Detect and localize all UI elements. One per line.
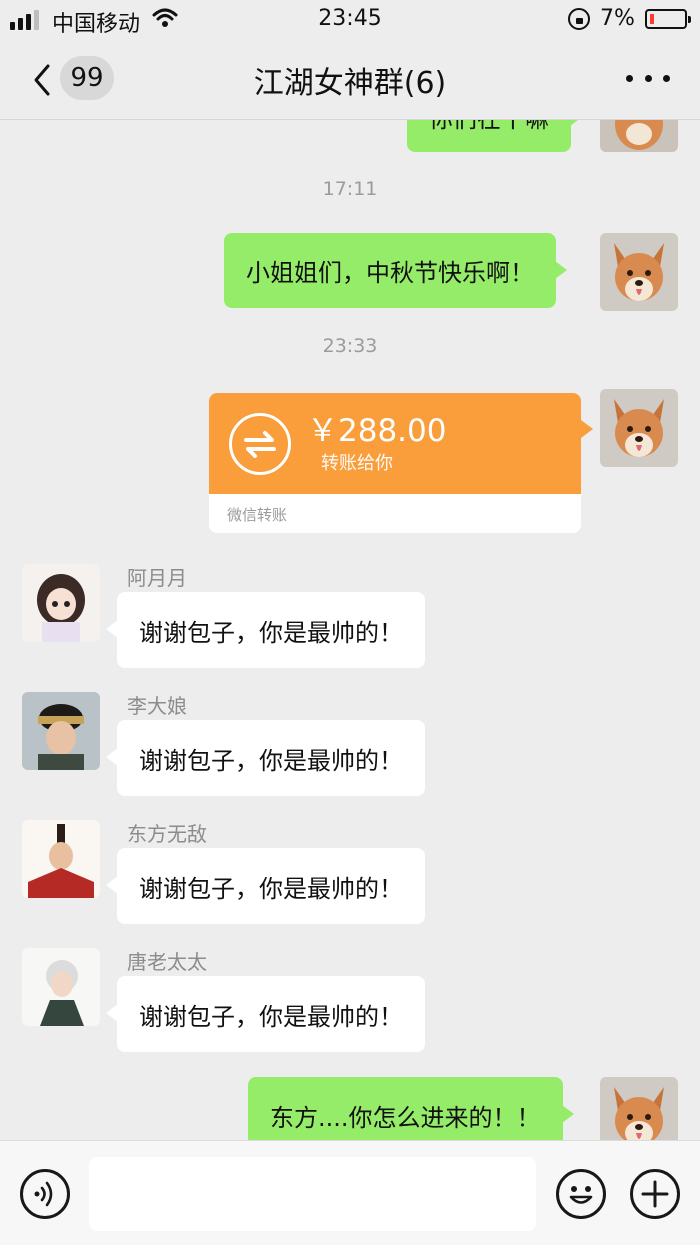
voice-icon xyxy=(34,1181,53,1207)
message-text: 谢谢包子，你是最帅的！ xyxy=(139,746,403,775)
sender-name: 李大娘 xyxy=(127,694,187,718)
transfer-card[interactable]: ￥288.00 转账给你 微信转账 xyxy=(209,393,581,533)
message-text: 谢谢包子，你是最帅的！ xyxy=(139,618,403,647)
message-text: 东方....你怎么进来的！！ xyxy=(270,1103,541,1132)
more-actions-button[interactable] xyxy=(630,1169,680,1219)
message-text: 谢谢包子，你是最帅的！ xyxy=(139,1002,403,1031)
chat-screen: 中国移动 23:45 7% 99 江湖女神群(6) 你们在干嘛 xyxy=(0,0,700,1245)
transfer-icon xyxy=(229,413,291,475)
transfer-footer: 微信转账 xyxy=(227,506,288,524)
emoji-icon xyxy=(569,1186,593,1204)
message-bubble-outgoing[interactable]: 东方....你怎么进来的！！ xyxy=(248,1077,574,1140)
avatar-self[interactable] xyxy=(600,233,678,311)
battery-percent: 7% xyxy=(600,6,635,31)
message-bubble-outgoing-partial[interactable]: 你们在干嘛 xyxy=(407,120,582,152)
transfer-card-tail xyxy=(581,420,593,438)
input-bar xyxy=(0,1140,700,1245)
message-bubble-incoming[interactable]: 谢谢包子，你是最帅的！ xyxy=(106,976,425,1052)
more-dots-icon xyxy=(626,74,633,82)
avatar-contact[interactable] xyxy=(22,564,100,642)
sender-name: 唐老太太 xyxy=(127,950,207,974)
page-title: 江湖女神群(6) xyxy=(253,66,447,101)
status-bar: 中国移动 23:45 7% xyxy=(0,0,700,40)
message-text: 你们在干嘛 xyxy=(429,120,549,134)
timestamp: 23:33 xyxy=(322,335,378,357)
chat-header: 99 江湖女神群(6) xyxy=(0,40,700,120)
message-text: 小姐姐们，中秋节快乐啊！ xyxy=(246,259,534,287)
message-bubble-incoming[interactable]: 谢谢包子，你是最帅的！ xyxy=(106,848,425,924)
transfer-amount: ￥288.00 xyxy=(307,413,447,449)
rotation-lock-icon xyxy=(568,8,590,30)
timestamp: 17:11 xyxy=(322,178,378,200)
message-bubble-incoming[interactable]: 谢谢包子，你是最帅的！ xyxy=(106,720,425,796)
message-list[interactable]: 你们在干嘛 17:11 小姐姐们，中秋节快乐啊！ 23:33 xyxy=(0,120,700,1140)
voice-button[interactable] xyxy=(20,1169,70,1219)
avatar-self[interactable] xyxy=(600,389,678,467)
avatar-contact[interactable] xyxy=(22,692,100,770)
plus-icon xyxy=(641,1180,669,1208)
battery-icon xyxy=(645,9,691,29)
sender-name: 阿月月 xyxy=(127,566,187,590)
message-input[interactable] xyxy=(89,1157,536,1231)
message-bubble-outgoing[interactable]: 小姐姐们，中秋节快乐啊！ xyxy=(224,233,567,308)
sender-name: 东方无敌 xyxy=(127,822,207,846)
avatar-contact[interactable] xyxy=(22,820,100,898)
transfer-card-header: ￥288.00 转账给你 xyxy=(209,393,581,494)
transfer-description: 转账给你 xyxy=(321,453,393,474)
clock: 23:45 xyxy=(318,6,382,31)
emoji-button[interactable] xyxy=(556,1169,606,1219)
message-text: 谢谢包子，你是最帅的！ xyxy=(139,874,403,903)
avatar-self[interactable] xyxy=(600,1077,678,1140)
avatar-contact[interactable] xyxy=(22,948,100,1026)
more-button[interactable] xyxy=(626,66,670,90)
avatar-self[interactable] xyxy=(600,120,678,152)
message-bubble-incoming[interactable]: 谢谢包子，你是最帅的！ xyxy=(106,592,425,668)
